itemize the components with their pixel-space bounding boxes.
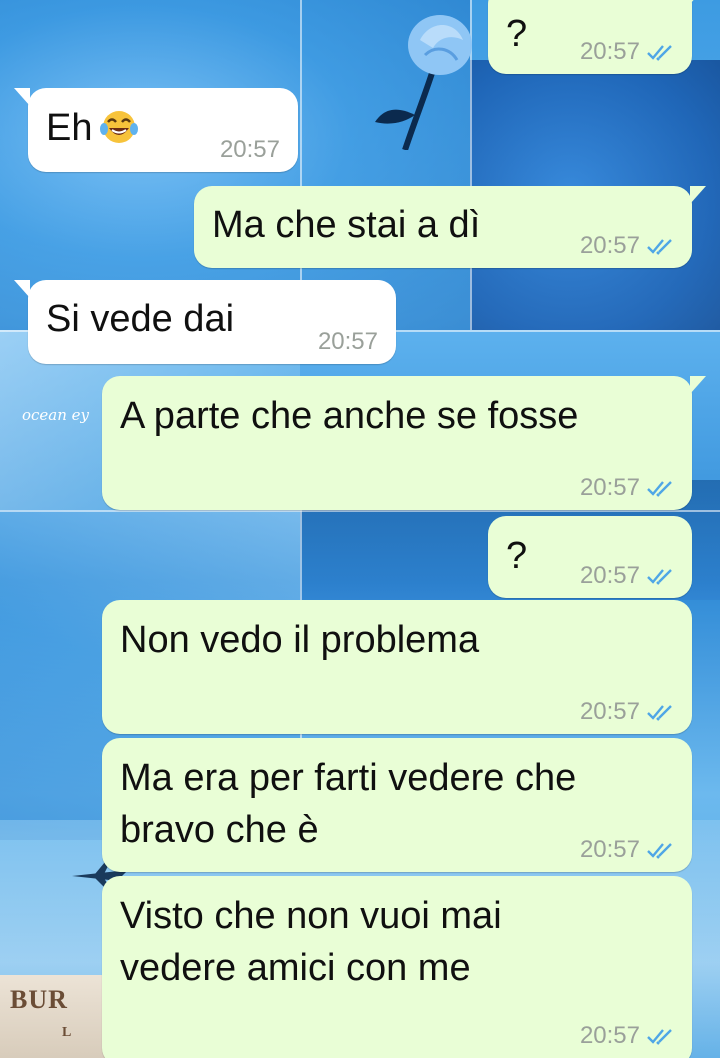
message-bubble-outgoing[interactable]: Ma era per farti vedere che bravo che è … xyxy=(102,738,692,872)
double-check-icon xyxy=(647,705,672,721)
message-bubble-incoming[interactable]: Eh 20:57 xyxy=(14,88,298,172)
message-bubble-outgoing[interactable]: Ma che stai a dì 20:57 xyxy=(194,186,706,268)
message-timestamp: 20:57 xyxy=(579,38,640,65)
message-text: Non vedo il problema xyxy=(120,619,480,661)
message-timestamp: 20:57 xyxy=(579,836,640,863)
message-text: A parte che anche se fosse xyxy=(120,395,579,437)
message-bubble-outgoing[interactable]: ? 20:57 xyxy=(488,516,692,598)
message-text: Eh xyxy=(46,107,93,149)
bubble-tail xyxy=(14,88,30,106)
double-check-icon xyxy=(647,843,672,859)
wallpaper-divider xyxy=(0,510,720,512)
message-text: ? xyxy=(506,13,528,55)
message-meta: 20:57 xyxy=(220,136,280,164)
bubble-tail xyxy=(690,0,706,4)
double-check-icon xyxy=(647,239,672,255)
message-meta: 20:57 xyxy=(318,328,378,356)
message-timestamp: 20:57 xyxy=(579,474,640,501)
message-text-container: Eh xyxy=(46,102,139,154)
message-timestamp: 20:57 xyxy=(579,562,640,589)
message-timestamp: 20:57 xyxy=(579,232,640,259)
message-text: Si vede dai xyxy=(46,298,235,340)
face-with-tears-of-joy-icon xyxy=(100,111,139,143)
wallpaper-sign-text: BUR xyxy=(10,985,68,1014)
double-check-icon xyxy=(647,569,672,585)
bubble-tail xyxy=(690,376,706,394)
message-text: Visto che non vuoi mai vedere amici con … xyxy=(120,895,502,989)
message-text: Ma era per farti vedere che bravo che è xyxy=(120,757,577,851)
message-meta: 20:57 xyxy=(580,474,676,502)
wallpaper-caption-text: ocean ey xyxy=(22,406,90,424)
message-meta: 20:57 xyxy=(580,1022,676,1050)
message-timestamp: 20:57 xyxy=(219,136,280,163)
message-bubble-outgoing[interactable]: Visto che non vuoi mai vedere amici con … xyxy=(102,876,692,1058)
message-timestamp: 20:57 xyxy=(579,698,640,725)
message-bubble-outgoing[interactable]: Non vedo il problema 20:57 xyxy=(102,600,692,734)
message-bubble-outgoing[interactable]: A parte che anche se fosse 20:57 xyxy=(102,376,706,510)
message-meta: 20:57 xyxy=(580,232,676,260)
message-meta: 20:57 xyxy=(580,836,676,864)
message-text: ? xyxy=(506,535,528,577)
message-meta: 20:57 xyxy=(580,562,676,590)
message-timestamp: 20:57 xyxy=(579,1022,640,1049)
double-check-icon xyxy=(647,45,672,61)
message-bubble-outgoing[interactable]: ? 20:57 xyxy=(488,0,706,74)
message-bubble-incoming[interactable]: Si vede dai 20:57 xyxy=(14,280,396,364)
message-meta: 20:57 xyxy=(580,698,676,726)
wallpaper-sign-small-text: L xyxy=(62,1025,73,1040)
double-check-icon xyxy=(647,1029,672,1045)
double-check-icon xyxy=(647,481,672,497)
bubble-tail xyxy=(690,186,706,204)
bubble-tail xyxy=(14,280,30,298)
rose-icon xyxy=(375,15,472,150)
message-timestamp: 20:57 xyxy=(317,328,378,355)
message-meta: 20:57 xyxy=(580,38,676,66)
message-text: Ma che stai a dì xyxy=(212,204,481,246)
